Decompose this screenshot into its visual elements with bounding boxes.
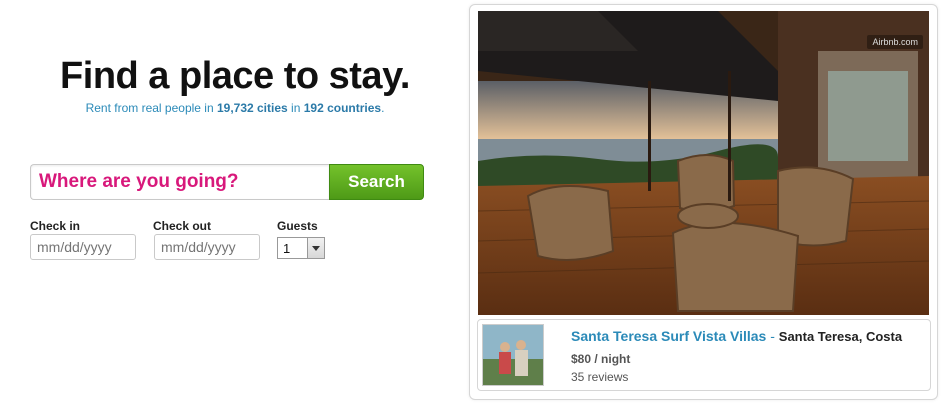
chevron-down-icon[interactable] xyxy=(307,238,324,258)
listing-reviews[interactable]: 35 reviews xyxy=(571,370,628,384)
listing-summary: Santa Teresa Surf Vista Villas - Santa T… xyxy=(477,319,931,391)
featured-listing-card: Airbnb.com Santa Teresa Surf Vista Villa… xyxy=(469,4,938,400)
listing-price: $80 / night xyxy=(571,352,631,366)
hero-subline: Rent from real people in 19,732 cities i… xyxy=(0,101,470,115)
subline-prefix: Rent from real people in xyxy=(85,101,217,115)
listing-photo-illustration xyxy=(478,11,929,315)
destination-search-input[interactable] xyxy=(30,164,329,200)
host-photo-illustration xyxy=(483,325,543,385)
search-panel: Find a place to stay. Rent from real peo… xyxy=(0,0,460,410)
subline-suffix: . xyxy=(381,101,385,115)
guests-label: Guests xyxy=(277,219,318,233)
checkout-label: Check out xyxy=(153,219,212,233)
host-avatar[interactable] xyxy=(482,324,544,386)
checkin-label: Check in xyxy=(30,219,81,233)
search-bar: Search xyxy=(30,164,424,200)
cities-count: 19,732 cities xyxy=(216,101,288,115)
photo-watermark: Airbnb.com xyxy=(867,35,923,49)
guests-value: 1 xyxy=(283,241,291,256)
countries-count: 192 countries xyxy=(303,101,382,115)
subline-middle: in xyxy=(287,101,304,115)
guests-select[interactable]: 1 xyxy=(277,237,325,259)
page-headline: Find a place to stay. xyxy=(60,55,410,97)
listing-title: Santa Teresa Surf Vista Villas - Santa T… xyxy=(571,328,902,344)
listing-name-link[interactable]: Santa Teresa Surf Vista Villas xyxy=(571,328,766,344)
listing-photo[interactable]: Airbnb.com xyxy=(478,11,929,315)
listing-location: Santa Teresa, Costa xyxy=(778,329,903,344)
search-button[interactable]: Search xyxy=(329,164,424,200)
checkin-date-input[interactable] xyxy=(30,234,136,260)
title-separator: - xyxy=(766,328,779,344)
checkout-date-input[interactable] xyxy=(154,234,260,260)
